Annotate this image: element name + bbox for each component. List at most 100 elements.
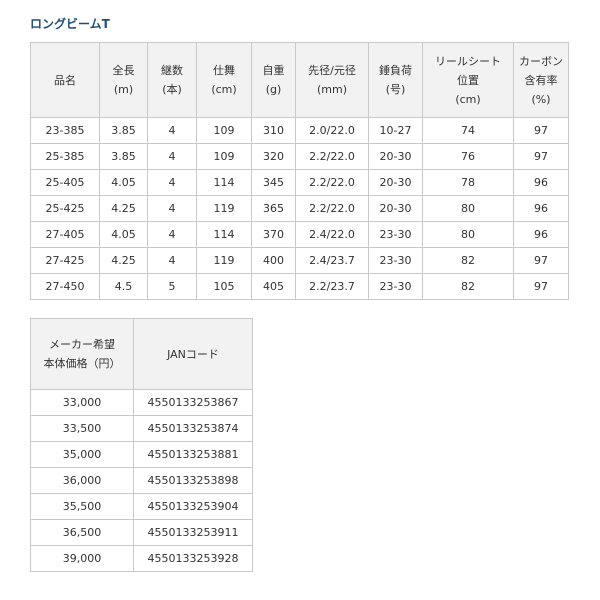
cell-length: 3.85 (99, 117, 148, 144)
table-row: 33,500 4550133253874 (30, 415, 253, 442)
cell-sinker-load: 20-30 (368, 169, 423, 196)
cell-closed-length: 114 (196, 169, 252, 196)
cell-sinker-load: 23-30 (368, 247, 423, 274)
cell-jan-code: 4550133253867 (133, 389, 253, 416)
cell-sections: 4 (147, 169, 197, 196)
cell-list-price: 33,500 (30, 415, 134, 442)
cell-sections: 4 (147, 247, 197, 274)
header-tip-butt-diameter: 先径/元径 (mm) (295, 42, 369, 118)
cell-list-price: 35,500 (30, 493, 134, 520)
cell-length: 4.05 (99, 169, 148, 196)
cell-closed-length: 114 (196, 221, 252, 248)
cell-carbon-content: 97 (513, 273, 569, 300)
header-reel-seat-position: リールシート 位置 (cm) (422, 42, 514, 118)
cell-jan-code: 4550133253911 (133, 519, 253, 546)
cell-length: 4.25 (99, 247, 148, 274)
table-row: 27-450 4.5 5 105 405 2.2/23.7 23-30 82 9… (30, 273, 569, 300)
cell-reel-seat-position: 74 (422, 117, 514, 144)
cell-product-name: 23-385 (30, 117, 100, 144)
cell-list-price: 39,000 (30, 545, 134, 572)
cell-reel-seat-position: 80 (422, 195, 514, 222)
table-row: 25-425 4.25 4 119 365 2.2/22.0 20-30 80 … (30, 195, 569, 222)
table-row: 25-405 4.05 4 114 345 2.2/22.0 20-30 78 … (30, 169, 569, 196)
table-row: 33,000 4550133253867 (30, 389, 253, 416)
cell-weight: 370 (251, 221, 296, 248)
cell-weight: 405 (251, 273, 296, 300)
cell-jan-code: 4550133253881 (133, 441, 253, 468)
cell-length: 4.25 (99, 195, 148, 222)
cell-tip-butt-diameter: 2.0/22.0 (295, 117, 369, 144)
cell-carbon-content: 96 (513, 169, 569, 196)
header-weight: 自重 (g) (251, 42, 296, 118)
cell-sinker-load: 23-30 (368, 273, 423, 300)
cell-carbon-content: 97 (513, 247, 569, 274)
cell-list-price: 35,000 (30, 441, 134, 468)
cell-product-name: 25-385 (30, 143, 100, 170)
cell-sinker-load: 10-27 (368, 117, 423, 144)
cell-carbon-content: 97 (513, 117, 569, 144)
table-row: 39,000 4550133253928 (30, 545, 253, 572)
cell-tip-butt-diameter: 2.2/22.0 (295, 143, 369, 170)
table-row: 27-405 4.05 4 114 370 2.4/22.0 23-30 80 … (30, 221, 569, 248)
cell-product-name: 27-425 (30, 247, 100, 274)
header-sinker-load: 錘負荷 (号) (368, 42, 423, 118)
header-jan-code: JANコード (133, 318, 253, 390)
header-closed-length: 仕舞 (cm) (196, 42, 252, 118)
cell-closed-length: 105 (196, 273, 252, 300)
cell-tip-butt-diameter: 2.4/23.7 (295, 247, 369, 274)
header-product-name: 品名 (30, 42, 100, 118)
header-list-price: メーカー希望 本体価格（円） (30, 318, 134, 390)
cell-weight: 400 (251, 247, 296, 274)
cell-reel-seat-position: 82 (422, 273, 514, 300)
cell-carbon-content: 96 (513, 221, 569, 248)
cell-list-price: 36,500 (30, 519, 134, 546)
cell-jan-code: 4550133253928 (133, 545, 253, 572)
cell-weight: 320 (251, 143, 296, 170)
cell-sections: 5 (147, 273, 197, 300)
cell-length: 3.85 (99, 143, 148, 170)
table-row: 25-385 3.85 4 109 320 2.2/22.0 20-30 76 … (30, 143, 569, 170)
cell-reel-seat-position: 76 (422, 143, 514, 170)
table-row: 35,500 4550133253904 (30, 493, 253, 520)
cell-sections: 4 (147, 195, 197, 222)
header-carbon-content: カーボン 含有率 (%) (513, 42, 569, 118)
cell-list-price: 36,000 (30, 467, 134, 494)
cell-weight: 365 (251, 195, 296, 222)
cell-tip-butt-diameter: 2.2/23.7 (295, 273, 369, 300)
table-row: 27-425 4.25 4 119 400 2.4/23.7 23-30 82 … (30, 247, 569, 274)
cell-jan-code: 4550133253904 (133, 493, 253, 520)
cell-sections: 4 (147, 143, 197, 170)
cell-product-name: 25-405 (30, 169, 100, 196)
table-row: 36,500 4550133253911 (30, 519, 253, 546)
cell-reel-seat-position: 78 (422, 169, 514, 196)
cell-carbon-content: 96 (513, 195, 569, 222)
cell-tip-butt-diameter: 2.2/22.0 (295, 169, 369, 196)
cell-weight: 345 (251, 169, 296, 196)
page-title: ロングビームT (30, 17, 110, 31)
cell-list-price: 33,000 (30, 389, 134, 416)
cell-carbon-content: 97 (513, 143, 569, 170)
cell-length: 4.05 (99, 221, 148, 248)
table-row: 35,000 4550133253881 (30, 441, 253, 468)
cell-product-name: 25-425 (30, 195, 100, 222)
cell-weight: 310 (251, 117, 296, 144)
cell-product-name: 27-405 (30, 221, 100, 248)
cell-jan-code: 4550133253898 (133, 467, 253, 494)
cell-jan-code: 4550133253874 (133, 415, 253, 442)
header-length: 全長 (m) (99, 42, 148, 118)
cell-sections: 4 (147, 221, 197, 248)
cell-sinker-load: 20-30 (368, 143, 423, 170)
cell-closed-length: 109 (196, 117, 252, 144)
cell-sinker-load: 23-30 (368, 221, 423, 248)
price-header-row: メーカー希望 本体価格（円） JANコード (30, 318, 253, 390)
cell-closed-length: 119 (196, 247, 252, 274)
cell-sinker-load: 20-30 (368, 195, 423, 222)
table-row: 36,000 4550133253898 (30, 467, 253, 494)
spec-header-row: 品名 全長 (m) 継数 (本) 仕舞 (cm) 自重 (g) 先径/元径 (m… (30, 42, 569, 118)
cell-tip-butt-diameter: 2.2/22.0 (295, 195, 369, 222)
cell-product-name: 27-450 (30, 273, 100, 300)
price-table: メーカー希望 本体価格（円） JANコード 33,000 45501332538… (30, 318, 253, 572)
cell-reel-seat-position: 80 (422, 221, 514, 248)
cell-closed-length: 109 (196, 143, 252, 170)
table-row: 23-385 3.85 4 109 310 2.0/22.0 10-27 74 … (30, 117, 569, 144)
